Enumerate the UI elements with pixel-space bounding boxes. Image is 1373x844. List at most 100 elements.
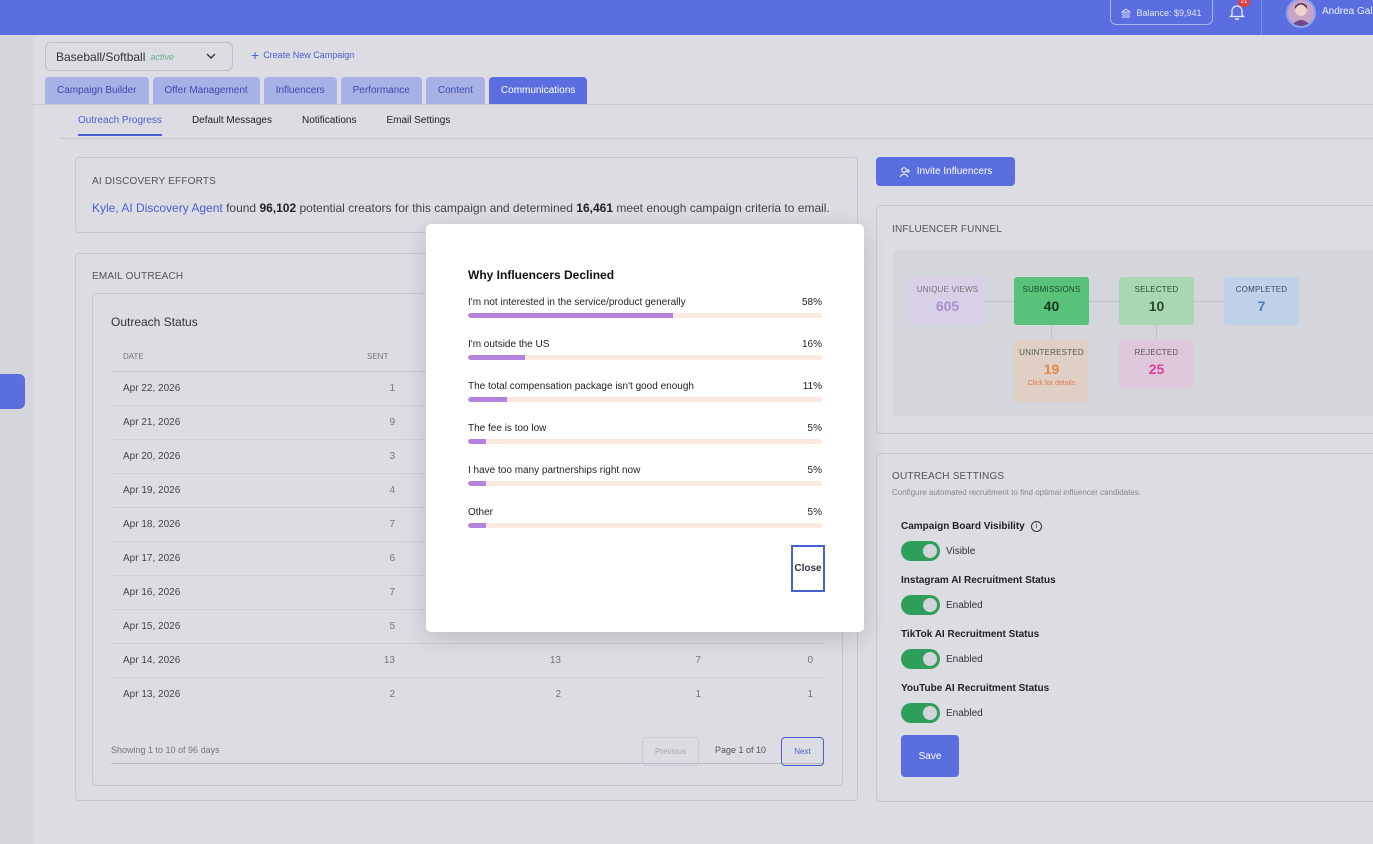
cell-date: Apr 19, 2026: [123, 485, 181, 496]
outreach-status-title: Outreach Status: [111, 315, 198, 329]
cell-date: Apr 14, 2026: [123, 655, 181, 666]
left-sidebar: [0, 35, 33, 844]
subtab-notifications[interactable]: Notifications: [302, 115, 356, 136]
tab-offer-management[interactable]: Offer Management: [152, 77, 260, 104]
completed-value: 7: [1257, 298, 1266, 314]
instagram-toggle[interactable]: [901, 595, 940, 615]
board-visibility-text: Campaign Board Visibility: [901, 521, 1025, 532]
board-visibility-toggle[interactable]: [901, 541, 940, 561]
cell: 7: [695, 655, 701, 666]
tab-content[interactable]: Content: [425, 77, 485, 104]
subtab-default-messages[interactable]: Default Messages: [192, 115, 272, 136]
completed-label: COMPLETED: [1235, 285, 1288, 294]
submissions-label: SUBMISSIONS: [1022, 285, 1081, 294]
campaign-name: Baseball/Softball: [56, 49, 146, 64]
cell-sent: 6: [389, 553, 395, 564]
save-button[interactable]: Save: [901, 735, 959, 777]
youtube-toggle[interactable]: [901, 703, 940, 723]
qualified-count: 16,461: [576, 201, 613, 215]
uninterested-label: UNINTERESTED: [1019, 348, 1084, 357]
rejected-value: 25: [1148, 361, 1165, 377]
invite-influencers-button[interactable]: Invite Influencers: [876, 157, 1015, 186]
reason-bar-fill: [468, 523, 486, 528]
column-date: DATE: [123, 352, 144, 361]
funnel-selected[interactable]: SELECTED 10: [1119, 277, 1194, 325]
cell-sent: 2: [389, 689, 395, 700]
outreach-settings-title: OUTREACH SETTINGS: [892, 471, 1005, 482]
reason-percent: 16%: [801, 339, 822, 350]
balance-text: Balance: $9,941: [1136, 7, 1202, 18]
funnel-rejected[interactable]: REJECTED 25: [1119, 340, 1194, 388]
cell-date: Apr 13, 2026: [123, 689, 181, 700]
chevron-down-icon: [206, 53, 216, 59]
funnel-completed[interactable]: COMPLETED 7: [1224, 277, 1299, 325]
add-user-icon: [899, 166, 910, 177]
agent-link[interactable]: Kyle, AI Discovery Agent: [92, 201, 223, 215]
subtabs-divider: [60, 138, 1373, 139]
subtab-email-settings[interactable]: Email Settings: [386, 115, 450, 136]
youtube-label: YouTube AI Recruitment Status: [901, 683, 1050, 694]
funnel-submissions[interactable]: SUBMISSIONS 40: [1014, 277, 1089, 325]
create-campaign-link[interactable]: + Create New Campaign: [251, 47, 354, 63]
tab-campaign-builder[interactable]: Campaign Builder: [45, 77, 149, 104]
reason-label: The fee is too low: [468, 423, 547, 434]
reason-percent: 11%: [802, 381, 822, 392]
user-name[interactable]: Andrea Gal: [1322, 6, 1373, 17]
table-footer-divider: [111, 763, 825, 764]
summary-text: meet enough campaign criteria to email.: [613, 201, 830, 215]
board-visibility-label: Campaign Board Visibility i: [901, 521, 1042, 532]
reason-label: I'm not interested in the service/produc…: [468, 297, 686, 308]
cell-date: Apr 20, 2026: [123, 451, 181, 462]
tiktok-toggle[interactable]: [901, 649, 940, 669]
cell-sent: 13: [383, 655, 395, 666]
previous-button[interactable]: Previous: [642, 737, 699, 766]
sidebar-toggle[interactable]: [0, 374, 25, 409]
reason-percent: 5%: [807, 465, 822, 476]
balance-button[interactable]: Balance: $9,941: [1110, 0, 1213, 25]
plus-icon: +: [251, 47, 260, 63]
next-button[interactable]: Next: [781, 737, 824, 766]
board-visibility-state: Visible: [946, 545, 976, 557]
tab-communications[interactable]: Communications: [488, 77, 588, 104]
info-icon[interactable]: i: [1030, 521, 1042, 532]
cell-sent: 4: [389, 485, 395, 496]
youtube-row: Enabled: [901, 703, 983, 723]
selected-value: 10: [1148, 298, 1165, 314]
cell-date: Apr 15, 2026: [123, 621, 181, 632]
tab-influencers[interactable]: Influencers: [263, 77, 337, 104]
reason-label: I'm outside the US: [468, 339, 550, 350]
uninterested-details-link[interactable]: Click for details: [1014, 380, 1089, 387]
reason-percent: 5%: [807, 507, 822, 518]
campaign-select[interactable]: Baseball/Softball active: [45, 42, 233, 71]
funnel-connector: [1156, 325, 1157, 340]
cell-sent: 9: [389, 417, 395, 428]
instagram-row: Enabled: [901, 595, 983, 615]
tab-performance[interactable]: Performance: [340, 77, 422, 104]
funnel-connector: [1051, 325, 1052, 340]
submissions-value: 40: [1043, 298, 1060, 314]
reason-bar-track: [468, 523, 822, 528]
cell-date: Apr 21, 2026: [123, 417, 181, 428]
reason-bar-fill: [468, 313, 674, 318]
funnel-uninterested[interactable]: UNINTERESTED 19 Click for details: [1014, 340, 1089, 402]
cell-sent: 7: [389, 519, 395, 530]
funnel-diagram: UNIQUE VIEWS 605 SUBMISSIONS 40 SELECTED…: [893, 250, 1373, 416]
table-row: Apr 13, 2026 2 2 1 1: [111, 678, 825, 712]
influencer-funnel-card: INFLUENCER FUNNEL UNIQUE VIEWS 605 SUBMI…: [876, 205, 1373, 434]
funnel-unique-views: UNIQUE VIEWS 605: [910, 277, 985, 325]
tiktok-state: Enabled: [946, 653, 983, 665]
reason-bar-fill: [468, 397, 507, 402]
cell-date: Apr 22, 2026: [123, 383, 181, 394]
reason-bar-track: [468, 439, 822, 444]
reason-label: Other: [468, 507, 494, 518]
subtab-outreach-progress[interactable]: Outreach Progress: [78, 115, 162, 136]
outreach-settings-subtitle: Configure automated recruitment to find …: [892, 488, 1142, 497]
tiktok-label: TikTok AI Recruitment Status: [901, 629, 1040, 640]
cell-date: Apr 16, 2026: [123, 587, 181, 598]
tiktok-row: Enabled: [901, 649, 983, 669]
unique-views-label: UNIQUE VIEWS: [916, 285, 979, 294]
reason-percent: 58%: [801, 297, 822, 308]
cell-sent: 1: [389, 383, 395, 394]
close-button[interactable]: Close: [791, 545, 825, 592]
ai-discovery-card: AI DISCOVERY EFFORTS Kyle, AI Discovery …: [75, 157, 858, 233]
